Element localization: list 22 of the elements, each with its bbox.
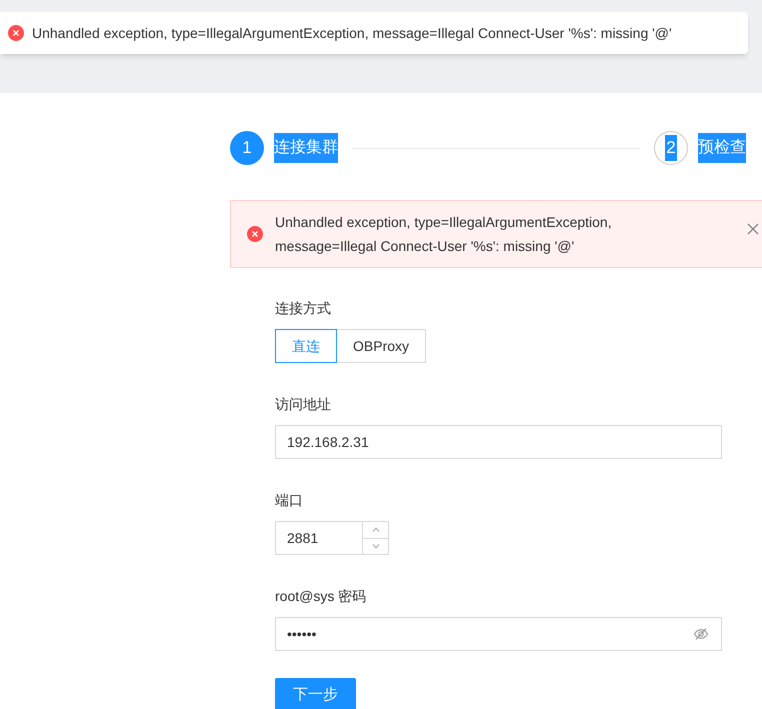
mode-option[interactable]: OBProxy: [336, 329, 426, 363]
port-input[interactable]: 2881: [276, 522, 362, 554]
down-caret-icon[interactable]: [372, 544, 380, 549]
field-label: root@sys 密码: [275, 587, 368, 606]
eye-hidden-icon[interactable]: [693, 626, 709, 642]
alert-message: Unhandled exception, type=IllegalArgumentException, message=Illegal Connect-User '%s': missing '@': [275, 213, 613, 256]
step-number: 2: [654, 131, 688, 165]
error-icon: [8, 25, 24, 41]
port-field[interactable]: 2881: [275, 521, 389, 555]
error-icon: [247, 226, 263, 242]
step-label: 连接集群: [274, 133, 338, 163]
up-caret-icon[interactable]: [372, 527, 380, 532]
field-label: 连接方式: [275, 299, 332, 318]
field-label: 访问地址: [275, 395, 332, 414]
address-field[interactable]: 192.168.2.31: [275, 425, 722, 459]
password-input[interactable]: ••••••: [276, 624, 693, 644]
password-field[interactable]: ••••••: [275, 617, 722, 651]
step-number: 1: [230, 131, 264, 165]
step-label: 预检查: [698, 133, 746, 163]
close-icon[interactable]: [747, 223, 759, 235]
field-label: 端口: [275, 491, 304, 510]
toast-message: Unhandled exception, type=IllegalArgumentException, message=Illegal Connect-User '%s': missing '@': [32, 24, 672, 43]
